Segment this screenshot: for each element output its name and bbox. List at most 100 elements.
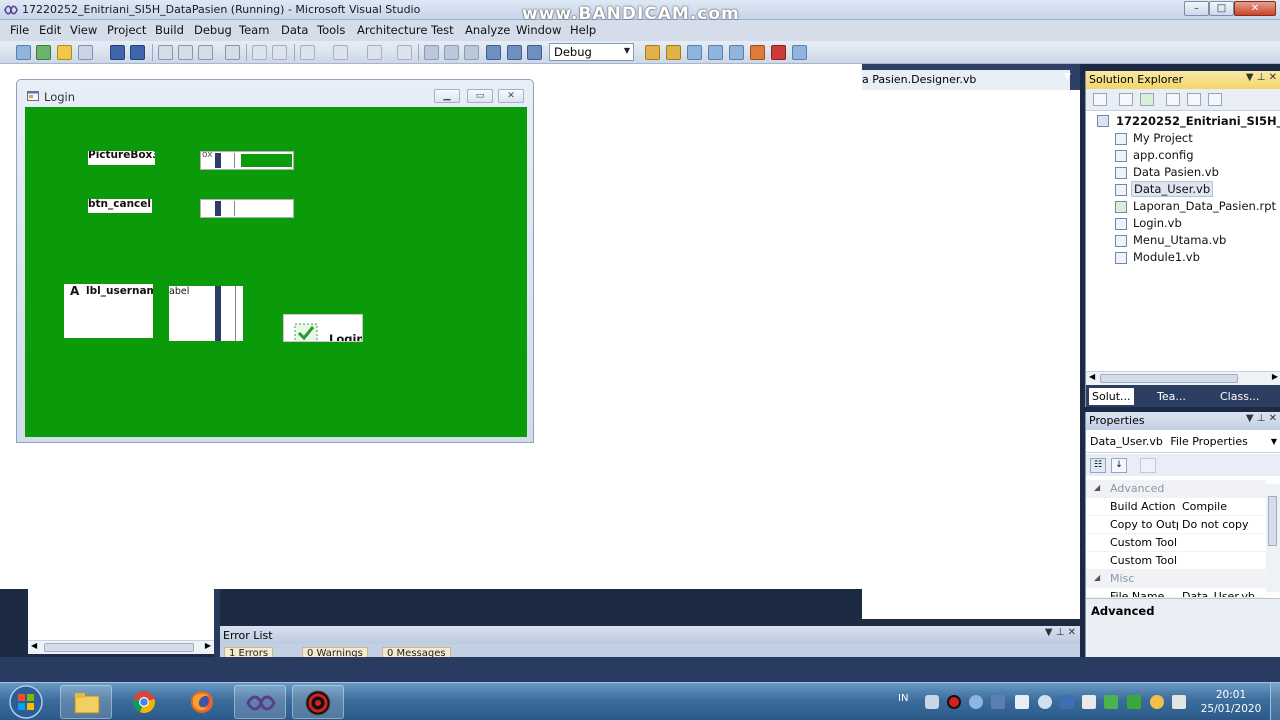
label-control[interactable]: abel: [169, 286, 243, 341]
start-page-icon[interactable]: [750, 45, 765, 60]
command-window-icon[interactable]: [792, 45, 807, 60]
login-close-button[interactable]: ✕: [498, 89, 524, 103]
tray-settings-icon[interactable]: [925, 695, 939, 709]
error-list-tab-messages[interactable]: 0 Messages: [382, 647, 451, 657]
tray-network-status-icon[interactable]: [1172, 695, 1186, 709]
properties-icon[interactable]: [1093, 93, 1107, 106]
tree-project-node[interactable]: 17220252_Enitriani_SI5H_DataPas: [1116, 114, 1280, 128]
menu-build[interactable]: Build: [155, 23, 184, 37]
solution-explorer-scrollbar[interactable]: ◀ ▶: [1086, 371, 1280, 385]
break-all-icon[interactable]: [444, 45, 459, 60]
tab-solution-explorer[interactable]: Solut...: [1089, 388, 1134, 405]
close-button[interactable]: ✕: [1234, 1, 1276, 16]
menu-data[interactable]: Data: [281, 23, 308, 37]
menu-team[interactable]: Team: [239, 23, 269, 37]
error-list-tab-warnings[interactable]: 0 Warnings: [302, 647, 368, 657]
comment-icon[interactable]: [252, 45, 267, 60]
step-over-icon[interactable]: [507, 45, 522, 60]
error-list-tab-errors[interactable]: 1 Errors: [224, 647, 274, 657]
btn-cancel-control[interactable]: btn_cancel: [88, 199, 152, 213]
find-in-files-icon[interactable]: [645, 45, 660, 60]
tray-sync-icon[interactable]: [1038, 695, 1052, 709]
taskbar-visual-studio[interactable]: [234, 685, 286, 719]
object-browser-icon[interactable]: [708, 45, 723, 60]
tree-item-module1[interactable]: Module1.vb: [1133, 250, 1200, 264]
lbl-username-control[interactable]: A lbl_username: [64, 284, 153, 338]
open-folder-icon[interactable]: [57, 45, 72, 60]
property-value[interactable]: Data_User.vb: [1182, 590, 1264, 597]
tree-item-login[interactable]: Login.vb: [1133, 216, 1182, 230]
menu-help[interactable]: Help: [570, 23, 596, 37]
login-button[interactable]: Login: [283, 314, 363, 342]
tree-item-data-pasien[interactable]: Data Pasien.vb: [1133, 165, 1219, 179]
tray-flag-icon[interactable]: [1082, 695, 1096, 709]
collapse-icon[interactable]: ◢: [1094, 483, 1100, 492]
taskbar-explorer[interactable]: [60, 685, 112, 719]
tray-network-icon[interactable]: [969, 695, 983, 709]
menu-test[interactable]: Test: [431, 23, 454, 37]
tray-dropbox-icon[interactable]: [991, 695, 1005, 709]
scrollbar-thumb[interactable]: [44, 643, 194, 652]
properties-object-select[interactable]: Data_User.vb File Properties ▼: [1086, 431, 1280, 453]
menu-debug[interactable]: Debug: [194, 23, 232, 37]
copy-icon[interactable]: [178, 45, 193, 60]
taskbar-firefox[interactable]: [176, 685, 228, 719]
menu-analyze[interactable]: Analyze: [465, 23, 510, 37]
scroll-left-icon[interactable]: ◀: [31, 641, 37, 650]
panel-dropdown-icon[interactable]: ▼: [1045, 627, 1053, 638]
categorized-icon[interactable]: ☷: [1090, 458, 1106, 473]
uncomment-icon[interactable]: [272, 45, 287, 60]
solution-explorer-header[interactable]: Solution Explorer ▼ ⊥ ✕: [1086, 71, 1280, 89]
tray-record-icon[interactable]: [947, 695, 961, 709]
taskbar-bandicam[interactable]: [292, 685, 344, 719]
menu-tools[interactable]: Tools: [317, 23, 345, 37]
tree-item-app-config[interactable]: app.config: [1133, 148, 1194, 162]
view-code-icon[interactable]: [1166, 93, 1180, 106]
error-list-header[interactable]: Error List ▼ ⊥ ✕: [220, 626, 1080, 644]
menu-architecture[interactable]: Architecture: [357, 23, 427, 37]
refresh-icon[interactable]: [1140, 93, 1154, 106]
view-designer-icon[interactable]: [1187, 93, 1201, 106]
save-icon[interactable]: [110, 45, 125, 60]
panel-dropdown-icon[interactable]: ▼: [1246, 72, 1254, 83]
paste-icon[interactable]: [198, 45, 213, 60]
new-project-icon[interactable]: [16, 45, 31, 60]
tray-power-icon[interactable]: [1150, 695, 1164, 709]
solution-explorer-icon[interactable]: [666, 45, 681, 60]
navigate-forward-icon[interactable]: [397, 45, 412, 60]
property-value[interactable]: Compile: [1182, 500, 1264, 513]
category-advanced[interactable]: ◢ Advanced: [1086, 480, 1266, 498]
property-row[interactable]: Custom Tool: [1086, 534, 1266, 552]
maximize-button[interactable]: □: [1209, 1, 1234, 16]
tree-item-menu-utama[interactable]: Menu_Utama.vb: [1133, 233, 1226, 247]
document-tabs-dropdown-icon[interactable]: ▼: [1064, 72, 1071, 82]
cut-icon[interactable]: [158, 45, 173, 60]
scroll-right-icon[interactable]: ▶: [205, 641, 211, 650]
picturebox3-control[interactable]: PictureBox3: [88, 151, 155, 165]
tab-class-view[interactable]: Class...: [1217, 388, 1262, 405]
login-window[interactable]: Login ▁ ▭ ✕ PictureBox3 ox btn_cancel A …: [16, 79, 534, 443]
tree-item-data-user[interactable]: Data_User.vb: [1131, 181, 1214, 197]
property-row[interactable]: File Name Data_User.vb: [1086, 588, 1266, 598]
code-editor-area[interactable]: [862, 90, 1080, 619]
property-row[interactable]: Copy to Output Directory Do not copy: [1086, 516, 1266, 534]
tray-excel-icon[interactable]: [1127, 695, 1141, 709]
username-textbox[interactable]: ox: [200, 151, 294, 170]
pin-icon[interactable]: ⊥: [1257, 72, 1266, 83]
property-value[interactable]: Do not copy: [1182, 518, 1264, 531]
volume-icon[interactable]: [1015, 695, 1029, 709]
login-maximize-button[interactable]: ▭: [467, 89, 493, 103]
add-new-item-icon[interactable]: [78, 45, 93, 60]
properties-window-icon[interactable]: [687, 45, 702, 60]
password-textbox[interactable]: [200, 199, 294, 218]
step-into-icon[interactable]: [486, 45, 501, 60]
login-minimize-button[interactable]: ▁: [434, 89, 460, 103]
bluetooth-icon[interactable]: [1060, 695, 1074, 709]
save-all-icon[interactable]: [130, 45, 145, 60]
redo-icon[interactable]: [333, 45, 348, 60]
show-desktop-button[interactable]: [1270, 683, 1280, 720]
property-pages-icon[interactable]: [1140, 458, 1156, 473]
start-button[interactable]: [4, 684, 48, 720]
menu-project[interactable]: Project: [107, 23, 146, 37]
menu-edit[interactable]: Edit: [39, 23, 61, 37]
